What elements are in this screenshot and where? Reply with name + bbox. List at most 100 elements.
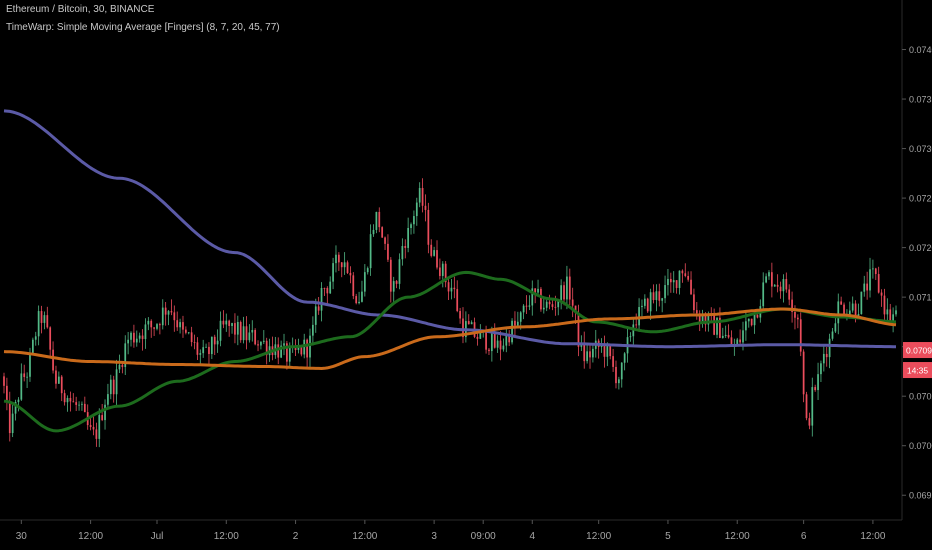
candle-body: [413, 216, 415, 225]
price-tick-label: 0.073500: [909, 95, 932, 105]
candle: [190, 326, 193, 347]
candle-body: [886, 309, 889, 315]
price-chart[interactable]: 0.074000 0.073500 0.073000 0.072500 0.072000…: [0, 0, 932, 550]
time-tick-label: 3: [431, 531, 437, 542]
candle-body: [234, 323, 236, 335]
candle: [874, 267, 877, 281]
candle: [655, 284, 658, 312]
candle-body: [159, 324, 161, 326]
candle: [733, 338, 736, 356]
candle-body: [101, 415, 104, 421]
candle-body: [92, 426, 95, 430]
candle-body: [153, 327, 155, 329]
candle: [638, 298, 640, 332]
candle-body: [398, 259, 401, 284]
candle-body: [147, 320, 150, 325]
time-axis-ticks[interactable]: 30 12:00 Jul 12:00 2 12:00 3 09:00 4 12:00 5 12:00 6…: [16, 520, 886, 542]
candle-body: [802, 351, 805, 395]
candle: [664, 275, 666, 304]
candle-body: [817, 374, 819, 391]
candle-body: [219, 320, 222, 341]
candle-body: [490, 333, 493, 352]
candle: [375, 211, 378, 234]
candle: [869, 257, 871, 298]
candle-body: [421, 188, 424, 206]
candle: [811, 377, 814, 437]
candle: [505, 328, 508, 353]
candle-body: [851, 303, 854, 311]
candle: [72, 393, 75, 403]
indicator-legend[interactable]: TimeWarp: Simple Moving Average [Fingers…: [6, 22, 280, 33]
candle: [439, 258, 441, 280]
candle: [721, 327, 724, 339]
candle-body: [643, 298, 646, 306]
candle: [508, 330, 511, 347]
time-tick-label: 6: [801, 531, 807, 542]
candle-body: [739, 339, 741, 343]
candle-body: [528, 305, 531, 307]
candle: [306, 338, 308, 370]
candle-body: [476, 336, 479, 339]
candle-body: [499, 340, 502, 350]
candle-body: [6, 385, 8, 403]
candle: [747, 318, 750, 328]
candle: [831, 327, 834, 341]
candle-body: [43, 315, 46, 323]
candle: [459, 307, 461, 324]
price-tick-label: 0.074000: [909, 45, 932, 55]
candle-body: [874, 268, 877, 275]
candle-body: [309, 335, 311, 358]
candle: [814, 384, 817, 392]
candle-body: [208, 346, 210, 355]
time-tick-label: Jul: [151, 531, 164, 542]
candle: [444, 261, 447, 288]
candle: [340, 262, 343, 278]
candle: [231, 322, 233, 334]
candle-body: [724, 334, 727, 336]
candle: [782, 274, 785, 303]
candle-body: [98, 415, 101, 439]
candle-body: [750, 318, 753, 326]
candle-body: [687, 275, 690, 280]
candle: [112, 375, 115, 403]
candle-body: [184, 329, 187, 333]
candle: [453, 276, 456, 299]
candle: [866, 271, 869, 300]
candle: [216, 329, 219, 353]
candle-body: [831, 331, 834, 339]
candle: [323, 287, 326, 296]
candle: [863, 275, 866, 297]
candle-body: [239, 321, 242, 341]
candle: [6, 377, 8, 411]
candle-body: [130, 332, 132, 340]
price-axis-ticks[interactable]: 0.074000 0.073500 0.073000 0.072500 0.072000…: [902, 45, 932, 501]
candle-body: [496, 340, 499, 348]
candle-body: [401, 246, 404, 260]
candle-body: [144, 324, 147, 340]
candle: [234, 313, 236, 344]
candle: [254, 328, 257, 346]
candle: [332, 257, 334, 290]
candle: [548, 294, 551, 310]
candle-body: [404, 246, 407, 248]
candle-body: [516, 321, 519, 326]
symbol-title: Ethereum / Bitcoin, 30, BINANCE: [6, 4, 155, 15]
candle-body: [170, 311, 173, 313]
candle: [63, 389, 66, 406]
candle-body: [317, 306, 320, 311]
candle-body: [167, 311, 170, 315]
candle: [652, 284, 655, 304]
candle-body: [109, 379, 112, 395]
time-tick-label: 4: [529, 531, 535, 542]
candle-body: [620, 362, 623, 380]
candle-body: [179, 322, 181, 328]
candle-body: [26, 376, 28, 378]
candle: [355, 293, 358, 305]
candle-body: [837, 301, 840, 324]
candle-body: [776, 284, 779, 287]
candle-body: [156, 324, 158, 329]
candle: [309, 328, 311, 370]
candle: [170, 299, 173, 316]
candle-body: [8, 402, 11, 434]
candle-body: [20, 373, 23, 400]
